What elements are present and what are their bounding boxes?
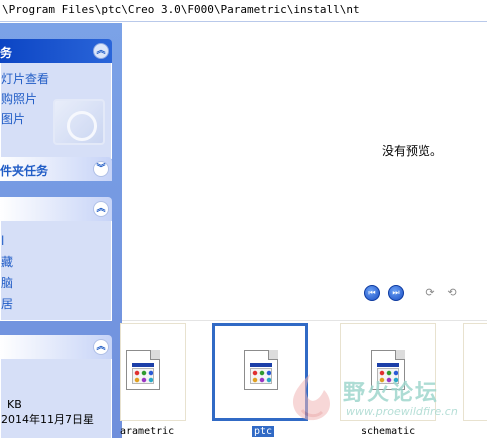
filmstrip-caption-schematic: schematic <box>361 426 416 437</box>
rotate-counterclockwise-icon[interactable]: ⟲ <box>444 286 460 300</box>
address-bar[interactable]: \Program Files\ptc\Creo 3.0\F000\Paramet… <box>0 0 487 22</box>
place-link-3[interactable]: 脑 <box>1 273 111 294</box>
filmstrip-thumb-parametric[interactable] <box>120 323 186 421</box>
next-image-icon[interactable]: ⏭ <box>388 285 404 301</box>
details-header[interactable]: ︽ <box>0 335 112 359</box>
task-pane: 务 ︽ 灯片查看 购照片 图片 件夹任务 ︾ ︽ l 藏 脑 居 ︽ KB 20… <box>0 23 122 438</box>
previous-image-icon[interactable]: ⏮ <box>364 285 380 301</box>
other-places-header[interactable]: ︽ <box>0 197 112 221</box>
filmstrip-thumb-partial[interactable] <box>463 323 487 421</box>
rotate-clockwise-icon[interactable]: ⟳ <box>422 286 438 300</box>
filmstrip-caption-ptc: ptc <box>252 426 275 437</box>
collapse-chevron-icon[interactable]: ︽ <box>93 201 109 217</box>
task-slideshow-link[interactable]: 灯片查看 <box>1 69 111 89</box>
forum-watermark-logo-icon <box>292 374 330 421</box>
details-group: ︽ KB 2014年11月7日星 <box>0 335 112 438</box>
forum-watermark-name: 野火论坛 <box>343 381 440 406</box>
address-path: \Program Files\ptc\Creo 3.0\F000\Paramet… <box>2 3 360 16</box>
other-places-body: l 藏 脑 居 <box>0 221 112 321</box>
details-body: KB 2014年11月7日星 <box>0 359 112 438</box>
place-link-1[interactable]: l <box>1 231 111 252</box>
no-preview-text: 没有预览。 <box>382 144 443 158</box>
file-icon <box>244 350 278 390</box>
detail-size: KB <box>7 398 22 411</box>
picture-tasks-group: 务 ︽ 灯片查看 购照片 图片 <box>0 39 112 159</box>
file-folder-tasks-header[interactable]: 件夹任务 ︾ <box>0 157 112 181</box>
detail-date: 2014年11月7日星 <box>1 413 94 426</box>
forum-watermark-url: www.proewildfire.cn <box>346 405 458 418</box>
filmstrip-caption-parametric: arametric <box>120 426 175 437</box>
expand-chevron-icon[interactable]: ︾ <box>93 161 109 177</box>
preview-pane <box>122 23 487 320</box>
place-link-2[interactable]: 藏 <box>1 252 111 273</box>
file-folder-tasks-title: 件夹任务 <box>0 164 49 178</box>
place-link-4[interactable]: 居 <box>1 294 111 315</box>
picture-tasks-header[interactable]: 务 ︽ <box>0 39 112 63</box>
file-folder-tasks-group: 件夹任务 ︾ <box>0 157 112 181</box>
picture-tasks-title: 务 <box>0 46 13 60</box>
file-icon <box>126 350 160 390</box>
collapse-chevron-icon[interactable]: ︽ <box>93 43 109 59</box>
picture-tasks-body: 灯片查看 购照片 图片 <box>0 63 112 159</box>
collapse-chevron-icon[interactable]: ︽ <box>93 339 109 355</box>
picture-tasks-watermark-icon <box>53 99 105 145</box>
other-places-group: ︽ l 藏 脑 居 <box>0 197 112 321</box>
